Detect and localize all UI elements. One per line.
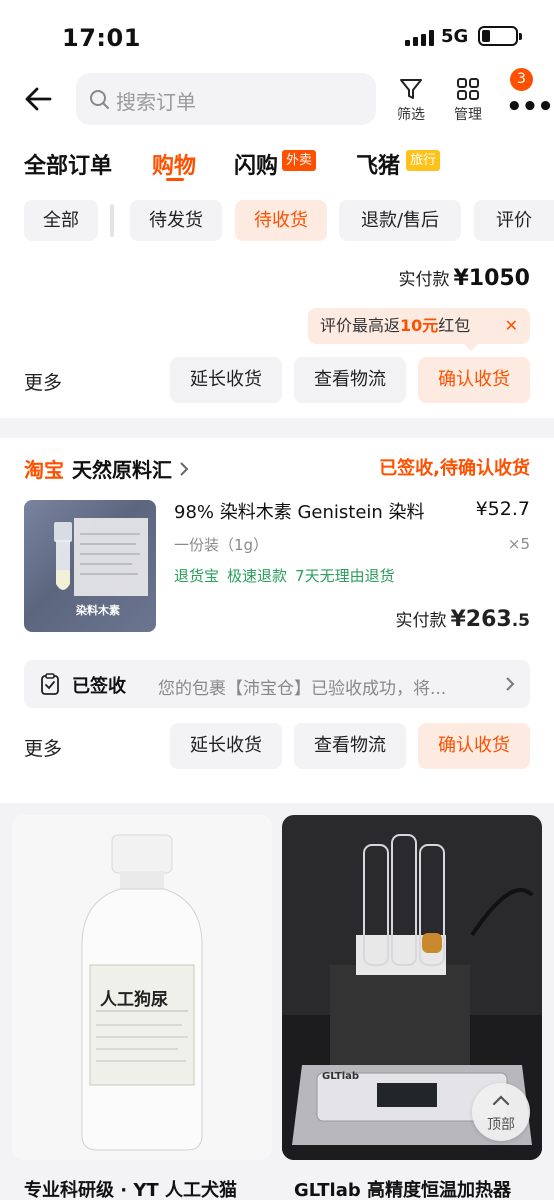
order1-confirm-button[interactable]: 确认收货 xyxy=(418,357,530,403)
tab-flash-buy[interactable]: 闪购 xyxy=(234,148,278,180)
pay-label: 实付款 xyxy=(395,611,447,631)
order1-extend-button[interactable]: 延长收货 xyxy=(170,357,282,403)
product-quantity: ×5 xyxy=(507,535,530,553)
bottle-label-text: 人工狗尿 xyxy=(100,990,168,1010)
battery-icon xyxy=(478,26,522,46)
back-to-top-button[interactable]: 顶部 xyxy=(472,1083,530,1141)
order2-extend-button[interactable]: 延长收货 xyxy=(170,723,282,769)
product-spec: 一份装（1g） xyxy=(174,536,269,554)
heater-brand-text: GLTlab xyxy=(322,1071,360,1082)
search-input[interactable]: 搜索订单 xyxy=(76,73,376,125)
filter-chip-all[interactable]: 全部 xyxy=(24,200,98,241)
logistics-description: 您的包裹【沛宝仓】已验收成功，将... xyxy=(158,679,447,699)
filter-chip-pending-receive[interactable]: 待收货 xyxy=(235,200,327,241)
tab-fliggy[interactable]: 飞猪 xyxy=(356,148,400,180)
filter-button[interactable]: 筛选 xyxy=(386,76,436,126)
logistics-bar[interactable]: 已签收 您的包裹【沛宝仓】已验收成功，将... xyxy=(24,660,530,708)
pay-label: 实付款 xyxy=(398,270,450,290)
manage-label: 管理 xyxy=(454,107,482,123)
order1-logistics-button[interactable]: 查看物流 xyxy=(294,357,406,403)
takeout-tag: 外卖 xyxy=(282,150,317,171)
service-tag: 7天无理由退货 xyxy=(295,567,395,585)
more-dots-icon: ••• xyxy=(506,92,554,122)
chevron-right-icon xyxy=(180,462,189,476)
chevron-right-icon xyxy=(506,677,515,691)
logistics-status: 已签收 xyxy=(72,676,126,697)
filter-label: 筛选 xyxy=(397,107,425,123)
arrow-up-icon xyxy=(492,1095,510,1106)
promo-prefix: 评价最高返 xyxy=(320,316,401,335)
shop-name[interactable]: 淘宝 天然原料汇 xyxy=(24,454,190,483)
status-time: 17:01 xyxy=(62,24,141,52)
pay-amount: ¥263 xyxy=(450,607,512,632)
grid-icon xyxy=(457,78,479,100)
service-tag: 退货宝 xyxy=(174,567,220,585)
status-bar: 17:01 5G xyxy=(0,0,554,72)
back-arrow-icon[interactable] xyxy=(22,82,56,116)
order2-confirm-button[interactable]: 确认收货 xyxy=(418,723,530,769)
order-status: 已签收,待确认收货 xyxy=(379,458,530,479)
search-placeholder: 搜索订单 xyxy=(116,90,196,114)
order-card: 淘宝 天然原料汇 已签收,待确认收货 染料木素 98% 染料木素 Genistei… xyxy=(0,438,554,803)
review-promo-banner[interactable]: 评价最高返10元红包 ✕ xyxy=(308,308,530,344)
close-icon[interactable]: ✕ xyxy=(505,308,518,344)
promo-suffix: 红包 xyxy=(438,316,471,335)
order2-logistics-button[interactable]: 查看物流 xyxy=(294,723,406,769)
notification-badge: 3 xyxy=(510,68,533,91)
active-tab-indicator xyxy=(166,178,184,181)
product-name[interactable]: 98% 染料木素 Genistein 染料 xyxy=(174,498,425,524)
top-label: 顶部 xyxy=(487,1117,515,1133)
filter-chip-pending-ship[interactable]: 待发货 xyxy=(130,200,222,241)
product-price: ¥52.7 xyxy=(475,498,530,520)
order2-more[interactable]: 更多 xyxy=(24,734,62,761)
pay-amount: ¥1050 xyxy=(453,266,530,291)
product-image-label: 染料木素 xyxy=(76,604,120,617)
clipboard-check-icon xyxy=(41,673,59,695)
service-tag: 极速退款 xyxy=(227,567,288,585)
tab-all-orders[interactable]: 全部订单 xyxy=(24,148,112,180)
order1-payment: 实付款 ¥1050 xyxy=(398,265,530,291)
taobao-logo: 淘宝 xyxy=(24,458,64,482)
signal-icon xyxy=(405,30,435,46)
travel-tag: 旅行 xyxy=(406,150,441,171)
search-icon xyxy=(90,90,109,109)
pay-decimal: .5 xyxy=(511,611,530,631)
order2-payment: 实付款 ¥263.5 xyxy=(395,606,530,632)
filter-chip-review[interactable]: 评价 xyxy=(474,200,554,241)
shop-title: 天然原料汇 xyxy=(72,458,172,482)
product-image[interactable]: 染料木素 xyxy=(24,500,156,632)
manage-button[interactable]: 管理 xyxy=(443,76,493,126)
promo-highlight: 10元 xyxy=(400,316,439,335)
promo-pointer xyxy=(464,344,478,351)
recommendation-card[interactable]: 人工狗尿 xyxy=(12,815,272,1160)
tab-shopping[interactable]: 购物 xyxy=(152,148,196,180)
filter-icon xyxy=(400,79,422,99)
filter-chip-refund[interactable]: 退款/售后 xyxy=(339,200,461,241)
chip-divider xyxy=(110,204,114,237)
order1-more[interactable]: 更多 xyxy=(24,368,62,395)
service-tags: 退货宝 极速退款 7天无理由退货 xyxy=(174,565,403,586)
recommendation-title[interactable]: 专业科研级 · YT 人工犬猫 xyxy=(24,1176,237,1200)
recommendation-title[interactable]: GLTlab 高精度恒温加热器 xyxy=(294,1176,511,1200)
network-type: 5G xyxy=(441,26,469,47)
